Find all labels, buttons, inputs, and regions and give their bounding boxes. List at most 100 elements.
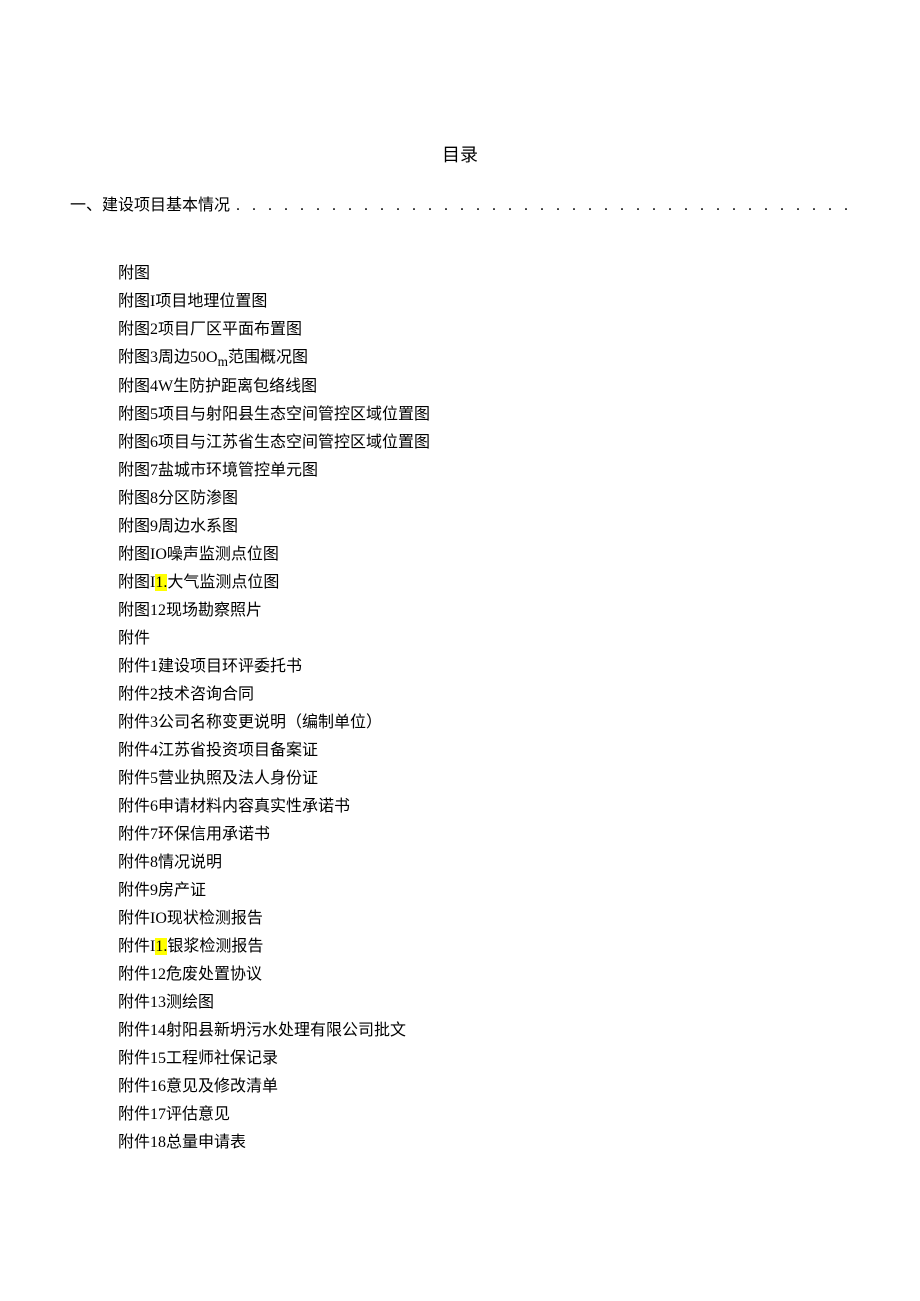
- attachment-text: 工程师社保记录: [166, 1050, 278, 1067]
- attachment-text: 公司名称变更说明（编制单位）: [158, 714, 382, 731]
- attachment-item: 附件18总量申请表: [118, 1129, 850, 1157]
- attachment-item: 附件4江苏省投资项目备案证: [118, 737, 850, 765]
- figure-prefix: 附图I: [118, 293, 155, 310]
- figure-text: 项目地理位置图: [155, 293, 267, 310]
- figure-prefix: 附图9: [118, 518, 158, 535]
- figure-item: 附图I1.大气监测点位图: [118, 569, 850, 597]
- attachment-item: 附件7环保信用承诺书: [118, 821, 850, 849]
- attachment-prefix: 附件5: [118, 770, 158, 787]
- attachment-prefix: 附件8: [118, 854, 158, 871]
- attachment-item: 附件17评估意见: [118, 1101, 850, 1129]
- attachment-item: 附件12危废处置协议: [118, 961, 850, 989]
- attachment-item: 附件8情况说明: [118, 849, 850, 877]
- attachment-text: 建设项目环评委托书: [158, 658, 302, 675]
- figure-text: 大气监测点位图: [167, 574, 279, 591]
- attachment-item: 附件9房产证: [118, 877, 850, 905]
- toc-main-label: 一、建设项目基本情况: [70, 192, 230, 220]
- attachment-prefix: 附件2: [118, 686, 158, 703]
- figure-text: 周边水系图: [158, 518, 238, 535]
- attachment-prefix: 附件17: [118, 1106, 166, 1123]
- figure-text: 生防护距离包络线图: [173, 378, 317, 395]
- attachment-text: 营业执照及法人身份证: [158, 770, 318, 787]
- attachment-prefix: 附件IO: [118, 910, 167, 927]
- attachment-text: 银浆检测报告: [167, 938, 263, 955]
- attachment-text: 测绘图: [166, 994, 214, 1011]
- attachment-prefix: 附件13: [118, 994, 166, 1011]
- attachment-text: 申请材料内容真实性承诺书: [158, 798, 350, 815]
- attachment-text: 情况说明: [158, 854, 222, 871]
- attachment-prefix: 附件14: [118, 1022, 166, 1039]
- attachments-section: 附件 附件1建设项目环评委托书附件2技术咨询合同附件3公司名称变更说明（编制单位…: [70, 625, 850, 1157]
- figure-prefix: 附图5: [118, 406, 158, 423]
- attachment-text: 技术咨询合同: [158, 686, 254, 703]
- figure-item: 附图8分区防渗图: [118, 485, 850, 513]
- attachment-item: 附件1建设项目环评委托书: [118, 653, 850, 681]
- figure-item: 附图7盐城市环境管控单元图: [118, 457, 850, 485]
- figure-text: 噪声监测点位图: [167, 546, 279, 563]
- attachment-text: 环保信用承诺书: [158, 826, 270, 843]
- attachment-prefix: 附件12: [118, 966, 166, 983]
- attachment-item: 附件16意见及修改清单: [118, 1073, 850, 1101]
- figure-text: 项目与江苏省生态空间管控区域位置图: [158, 434, 430, 451]
- attachment-item: 附件3公司名称变更说明（编制单位）: [118, 709, 850, 737]
- figure-prefix: 附图3周边50O: [118, 349, 218, 366]
- attachment-item: 附件14射阳县新坍污水处理有限公司批文: [118, 1017, 850, 1045]
- attachment-item: 附件2技术咨询合同: [118, 681, 850, 709]
- figure-item: 附图12现场勘察照片: [118, 597, 850, 625]
- attachment-highlight: 1.: [155, 938, 167, 955]
- attachment-item: 附件13测绘图: [118, 989, 850, 1017]
- attachment-prefix: 附件9: [118, 882, 158, 899]
- figure-subscript: m: [218, 354, 228, 369]
- figure-prefix: 附图12: [118, 602, 166, 619]
- figure-text: 盐城市环境管控单元图: [158, 462, 318, 479]
- figure-item: 附图3周边50Om范围概况图: [118, 344, 850, 374]
- attachment-prefix: 附件I: [118, 938, 155, 955]
- figure-item: 附图2项目厂区平面布置图: [118, 316, 850, 344]
- attachment-item: 附件15工程师社保记录: [118, 1045, 850, 1073]
- page-title: 目录: [70, 140, 850, 172]
- attachment-prefix: 附件4: [118, 742, 158, 759]
- figure-prefix: 附图7: [118, 462, 158, 479]
- attachment-text: 评估意见: [166, 1106, 230, 1123]
- figure-item: 附图9周边水系图: [118, 513, 850, 541]
- figure-item: 附图6项目与江苏省生态空间管控区域位置图: [118, 429, 850, 457]
- figure-highlight: 1.: [155, 574, 167, 591]
- attachment-item: 附件6申请材料内容真实性承诺书: [118, 793, 850, 821]
- figure-item: 附图IO噪声监测点位图: [118, 541, 850, 569]
- figures-header: 附图: [118, 260, 850, 288]
- attachment-text: 现状检测报告: [167, 910, 263, 927]
- attachment-prefix: 附件7: [118, 826, 158, 843]
- attachment-item: 附件5营业执照及法人身份证: [118, 765, 850, 793]
- attachment-text: 意见及修改清单: [166, 1078, 278, 1095]
- attachment-prefix: 附件16: [118, 1078, 166, 1095]
- attachment-prefix: 附件3: [118, 714, 158, 731]
- figure-text: 项目与射阳县生态空间管控区域位置图: [158, 406, 430, 423]
- figure-text: 项目厂区平面布置图: [158, 321, 302, 338]
- figure-prefix: 附图I: [118, 574, 155, 591]
- figure-text: 现场勘察照片: [166, 602, 262, 619]
- attachment-prefix: 附件1: [118, 658, 158, 675]
- attachment-prefix: 附件15: [118, 1050, 166, 1067]
- attachment-text: 射阳县新坍污水处理有限公司批文: [166, 1022, 406, 1039]
- attachment-prefix: 附件6: [118, 798, 158, 815]
- figure-item: 附图I项目地理位置图: [118, 288, 850, 316]
- figure-prefix: 附图6: [118, 434, 158, 451]
- figure-text: 范围概况图: [228, 349, 308, 366]
- figure-item: 附图4W生防护距离包络线图: [118, 373, 850, 401]
- attachment-item: 附件I1.银浆检测报告: [118, 933, 850, 961]
- attachment-text: 危废处置协议: [166, 966, 262, 983]
- attachments-header: 附件: [118, 625, 850, 653]
- figure-item: 附图5项目与射阳县生态空间管控区域位置图: [118, 401, 850, 429]
- figure-prefix: 附图2: [118, 321, 158, 338]
- attachment-text: 江苏省投资项目备案证: [158, 742, 318, 759]
- figure-prefix: 附图8: [118, 490, 158, 507]
- attachment-prefix: 附件18: [118, 1134, 166, 1151]
- attachment-item: 附件IO现状检测报告: [118, 905, 850, 933]
- attachment-text: 总量申请表: [166, 1134, 246, 1151]
- toc-dots: . . . . . . . . . . . . . . . . . . . . …: [230, 192, 850, 220]
- figures-section: 附图 附图I项目地理位置图附图2项目厂区平面布置图附图3周边50Om范围概况图附…: [70, 260, 850, 626]
- toc-main-item: 一、建设项目基本情况 . . . . . . . . . . . . . . .…: [70, 192, 850, 220]
- figure-prefix: 附图4W: [118, 378, 173, 395]
- figure-prefix: 附图IO: [118, 546, 167, 563]
- attachment-text: 房产证: [158, 882, 206, 899]
